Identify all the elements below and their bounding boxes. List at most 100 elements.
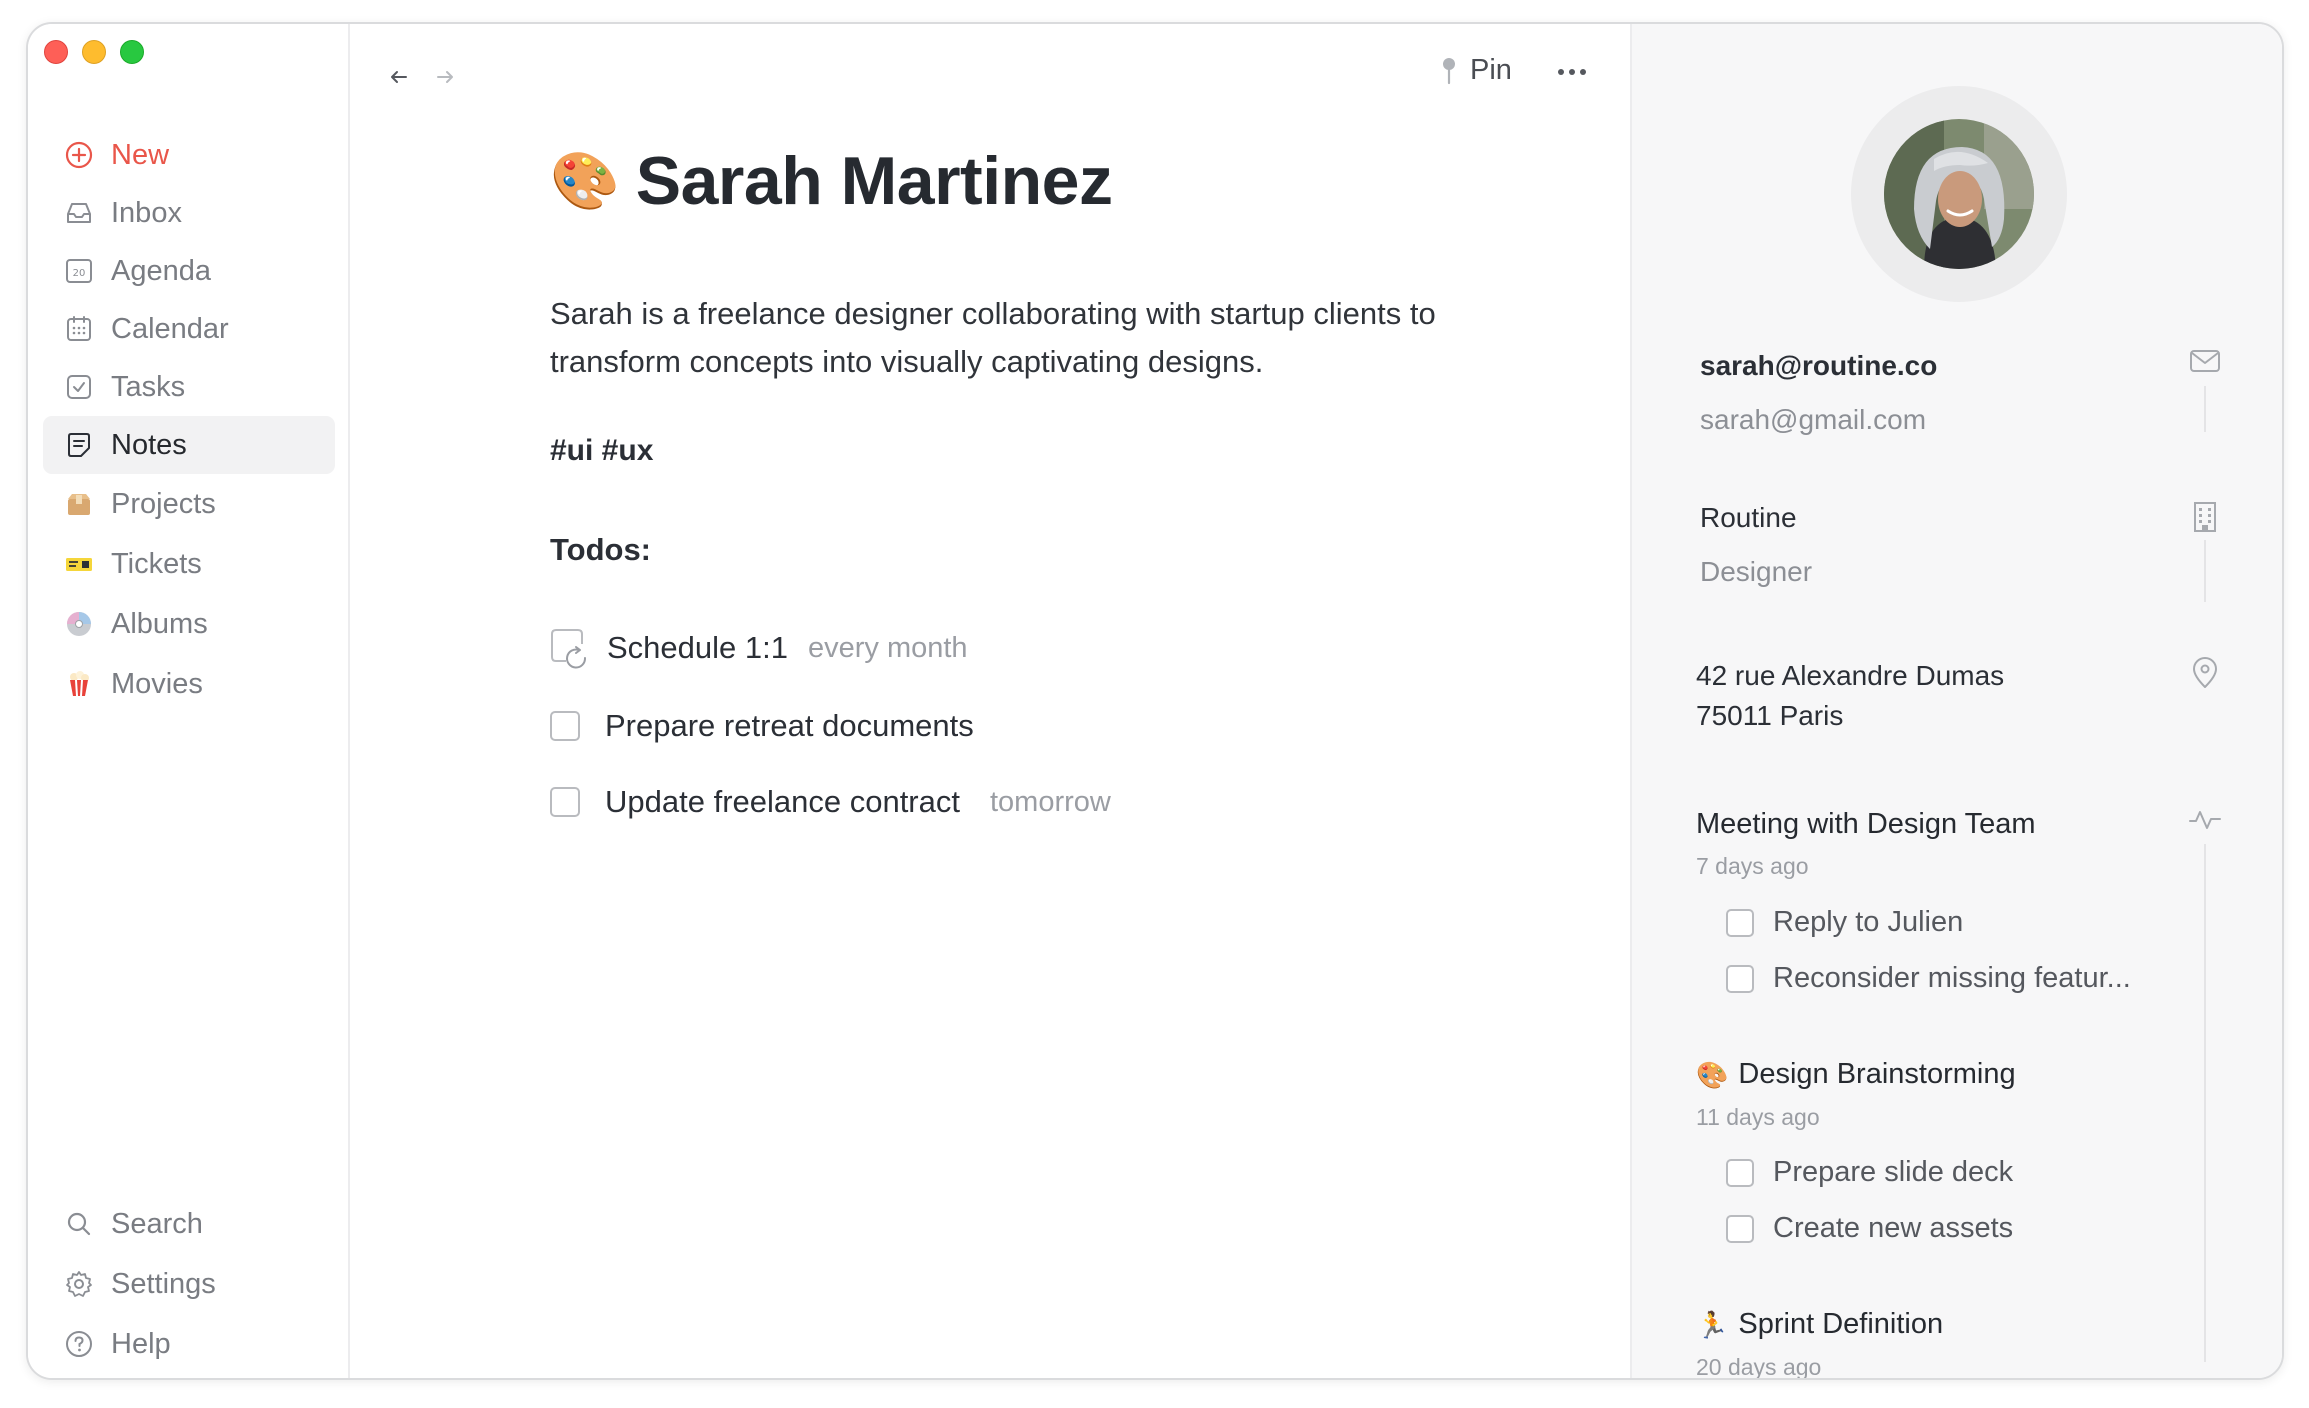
pin-button[interactable]: Pin <box>1440 54 1512 87</box>
help-icon <box>63 1328 95 1360</box>
avatar-ring <box>1851 86 2067 302</box>
todo-checkbox[interactable] <box>1726 964 1754 993</box>
activity-todo: Prepare slide deck <box>1726 1156 2013 1189</box>
minimize-window-button[interactable] <box>82 40 106 64</box>
sidebar-item-albums[interactable]: Albums <box>43 595 335 653</box>
page-title[interactable]: Sarah Martinez <box>636 142 1113 220</box>
todo-item: Prepare retreat documents <box>550 708 974 744</box>
todo-recurrence[interactable]: every month <box>808 632 968 665</box>
sidebar-item-agenda[interactable]: 20 Agenda <box>43 242 335 300</box>
back-arrow-icon[interactable] <box>386 64 412 90</box>
search-icon <box>63 1208 95 1240</box>
sidebar-item-label: Help <box>111 1327 171 1360</box>
sidebar-item-label: Inbox <box>111 196 182 229</box>
primary-email[interactable]: sarah@routine.co <box>1700 350 1937 382</box>
todo-text[interactable]: Create new assets <box>1773 1212 2013 1245</box>
sidebar-item-search[interactable]: Search <box>43 1195 335 1253</box>
sidebar-item-label: Calendar <box>111 312 229 345</box>
zoom-window-button[interactable] <box>120 40 144 64</box>
popcorn-icon <box>63 668 95 700</box>
svg-text:20: 20 <box>73 268 86 279</box>
todo-checkbox[interactable] <box>1726 1158 1754 1187</box>
calendar-icon <box>63 313 95 345</box>
sidebar-item-help[interactable]: Help <box>43 1315 335 1373</box>
todos-heading: Todos: <box>550 532 652 567</box>
palette-icon: 🎨 <box>1696 1059 1729 1090</box>
activity-title[interactable]: 🏃 Sprint Definition <box>1696 1308 1943 1341</box>
location-pin-icon <box>2193 657 2217 688</box>
palette-icon[interactable]: 🎨 <box>550 153 620 209</box>
disc-icon <box>63 608 95 640</box>
todo-text[interactable]: Update freelance contract <box>605 784 960 820</box>
runner-icon: 🏃 <box>1696 1309 1729 1340</box>
activity-todo: Reply to Julien <box>1726 906 1963 939</box>
dot-icon <box>1569 69 1575 75</box>
company-name[interactable]: Routine <box>1700 502 1797 534</box>
sidebar-item-label: Albums <box>111 607 208 640</box>
sidebar-item-inbox[interactable]: Inbox <box>43 184 335 242</box>
avatar[interactable] <box>1884 119 2034 269</box>
sidebar-item-label: Movies <box>111 667 203 700</box>
sidebar-item-movies[interactable]: Movies <box>43 655 335 713</box>
sidebar-item-settings[interactable]: Settings <box>43 1255 335 1313</box>
box-icon <box>63 488 95 520</box>
timeline-line <box>2204 844 2206 1362</box>
sidebar-item-calendar[interactable]: Calendar <box>43 300 335 358</box>
todo-checkbox[interactable] <box>1726 908 1754 937</box>
sidebar-item-label: Projects <box>111 487 216 520</box>
sidebar-item-new[interactable]: New <box>43 126 335 184</box>
sidebar-item-label: New <box>111 138 170 171</box>
job-title[interactable]: Designer <box>1700 556 1812 588</box>
sidebar-item-tasks[interactable]: Tasks <box>43 358 335 416</box>
activity-title-text: Meeting with Design Team <box>1696 808 2036 840</box>
more-options-button[interactable] <box>1558 62 1590 82</box>
todo-due-date[interactable]: tomorrow <box>990 786 1111 819</box>
sidebar-item-label: Settings <box>111 1267 216 1300</box>
close-window-button[interactable] <box>44 40 68 64</box>
todo-text[interactable]: Prepare retreat documents <box>605 708 974 744</box>
dot-icon <box>1558 69 1564 75</box>
activity-timestamp: 7 days ago <box>1696 853 1809 879</box>
todo-checkbox[interactable] <box>550 711 580 741</box>
note-description[interactable]: Sarah is a freelance designer collaborat… <box>550 290 1530 386</box>
todo-checkbox[interactable] <box>1726 1214 1754 1243</box>
avatar-portrait-icon <box>1884 119 2034 269</box>
address-line-2[interactable]: 75011 Paris <box>1696 700 1843 732</box>
activity-icon <box>2189 811 2221 829</box>
sidebar-item-tickets[interactable]: Tickets <box>43 535 335 593</box>
sidebar-item-label: Tickets <box>111 547 202 580</box>
activity-title-text: Sprint Definition <box>1738 1308 1944 1340</box>
todo-text[interactable]: Prepare slide deck <box>1773 1156 2013 1189</box>
ticket-icon <box>63 548 95 580</box>
todo-text[interactable]: Schedule 1:1 <box>607 630 788 666</box>
checkbox-icon <box>63 371 95 403</box>
forward-arrow-icon[interactable] <box>432 64 458 90</box>
activity-title[interactable]: Meeting with Design Team <box>1696 808 2036 841</box>
repeat-checkbox[interactable] <box>550 628 587 669</box>
sidebar-item-notes[interactable]: Notes <box>43 416 335 474</box>
sidebar-item-label: Tasks <box>111 370 186 403</box>
todo-text[interactable]: Reconsider missing featur... <box>1773 962 2131 995</box>
todo-item: Update freelance contract tomorrow <box>550 784 1111 820</box>
inbox-icon <box>63 197 95 229</box>
todo-checkbox[interactable] <box>550 787 580 817</box>
sidebar-item-label: Notes <box>111 428 187 461</box>
activity-todo: Create new assets <box>1726 1212 2013 1245</box>
contact-details-panel: sarah@routine.co sarah@gmail.com Routine… <box>1630 24 2282 1380</box>
agenda-icon: 20 <box>63 255 95 287</box>
repeat-checkbox-icon <box>551 629 587 669</box>
todo-text[interactable]: Reply to Julien <box>1773 906 1963 939</box>
address-line-1[interactable]: 42 rue Alexandre Dumas <box>1696 660 2004 692</box>
activity-title-text: Design Brainstorming <box>1738 1058 2016 1090</box>
activity-title[interactable]: 🎨 Design Brainstorming <box>1696 1058 2016 1091</box>
secondary-email[interactable]: sarah@gmail.com <box>1700 404 1926 436</box>
section-divider <box>2204 386 2206 432</box>
note-icon <box>63 429 95 461</box>
dot-icon <box>1580 69 1586 75</box>
note-tags[interactable]: #ui #ux <box>550 434 653 468</box>
sidebar-item-label: Agenda <box>111 254 211 287</box>
activity-timestamp: 20 days ago <box>1696 1354 1822 1380</box>
sidebar-item-projects[interactable]: Projects <box>43 475 335 533</box>
sidebar: New Inbox 20 Agenda Calendar Tasks Notes… <box>28 24 350 1378</box>
window-controls <box>44 40 144 64</box>
